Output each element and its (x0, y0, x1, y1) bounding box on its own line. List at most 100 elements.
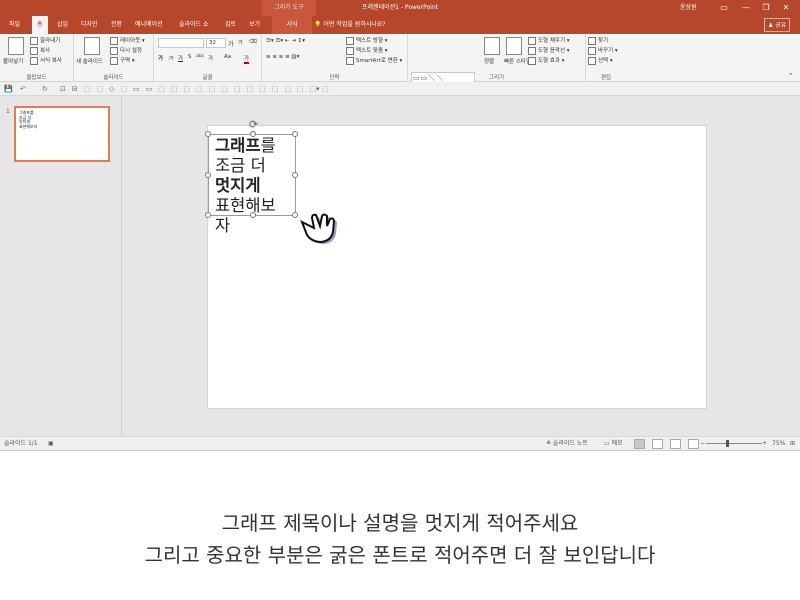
grow-font-button[interactable]: 가 (228, 39, 234, 48)
slideshow-view-icon[interactable] (688, 439, 699, 449)
reading-view-icon[interactable] (670, 439, 681, 449)
smartart-button[interactable]: SmartArt로 변환 ▾ (346, 56, 402, 65)
zoom-in-button[interactable]: + (762, 437, 767, 450)
resize-handle[interactable] (250, 212, 256, 218)
shape-outline-button[interactable]: 도형 윤곽선 ▾ (528, 46, 570, 55)
zoom-level[interactable]: 75% (772, 437, 785, 450)
quick-styles-icon[interactable] (506, 37, 522, 55)
select-button[interactable]: 선택 ▾ (588, 56, 613, 65)
editing-group: 찾기 바꾸기 ▾ 선택 ▾ 편집 (586, 34, 626, 82)
zoom-slider-thumb[interactable] (726, 440, 729, 447)
share-button[interactable]: ♟ 공유 (764, 18, 791, 32)
zoom-slider[interactable] (706, 443, 762, 444)
status-bar: 슬라이드 1/1 ▣ ≜ 슬라이드 노트 ▭ 메모 − + 75% ⊞ (0, 436, 800, 450)
arrange-icon[interactable] (484, 37, 500, 55)
bold-text: 그래프 (215, 136, 261, 155)
spellcheck-icon[interactable]: ▣ (48, 437, 54, 450)
fill-icon (528, 36, 536, 45)
paste-icon[interactable] (8, 37, 24, 55)
caption-area: 그래프 제목이나 설명을 멋지게 적어주세요 그리고 중요한 부분은 굵은 폰트… (0, 450, 800, 600)
resize-handle[interactable] (205, 212, 211, 218)
resize-handle[interactable] (292, 172, 298, 178)
resize-handle[interactable] (205, 172, 211, 178)
italic-button[interactable]: 가 (168, 54, 173, 62)
undo-icon[interactable]: ↶ (20, 82, 26, 96)
tab-animations[interactable]: 애니메이션 (130, 16, 168, 34)
font-size-field[interactable]: 32 (206, 38, 226, 48)
spacing-button[interactable]: abc (196, 54, 204, 59)
underline-button[interactable]: 가 (178, 54, 183, 62)
quick-styles-button[interactable]: 빠른 스타일 (504, 57, 531, 65)
tab-design[interactable]: 디자인 (76, 16, 103, 34)
maximize-button[interactable]: ❐ (760, 2, 772, 14)
bold-button[interactable]: 가 (158, 54, 163, 62)
sorter-view-icon[interactable] (652, 439, 663, 449)
user-name[interactable]: 윤상원 (680, 0, 697, 16)
customize-qat-icon[interactable]: ▾ (316, 82, 320, 96)
powerpoint-screenshot: 프레젠테이션1 - PowerPoint 그리기 도구 윤상원 ▭ — ❐ ✕ … (0, 0, 800, 600)
tell-me-search[interactable]: 💡 어떤 작업을 원하시나요? (314, 16, 386, 34)
caption-line-2: 그리고 중요한 부분은 굵은 폰트로 적어주면 더 잘 보인답니다 (144, 543, 656, 567)
tab-format[interactable]: 서식 (272, 16, 312, 34)
close-button[interactable]: ✕ (780, 2, 792, 14)
cut-button[interactable]: 잘라내기 (30, 36, 60, 45)
format-painter-button[interactable]: 서식 복사 (30, 56, 62, 65)
text-direction-button[interactable]: 텍스트 방향 ▾ (346, 36, 388, 45)
shape-effects-button[interactable]: 도형 효과 ▾ (528, 56, 565, 65)
replace-button[interactable]: 바꾸기 ▾ (588, 46, 618, 55)
resize-handle[interactable] (205, 131, 211, 137)
collapse-ribbon-icon[interactable]: ⌃ (788, 72, 794, 80)
normal-view-icon[interactable] (634, 439, 645, 449)
brush-icon (30, 56, 38, 65)
copy-button[interactable]: 복사 (30, 46, 50, 55)
qat-tool-icons[interactable]: ⊡⊟⬚⬚◇⬚▭▭⬚⬚⬚⬚⬚⬚⬚⬚⬚⬚⬚⬚⬚⬚ (60, 82, 335, 96)
text-box[interactable]: ⟳ 그래프를 조금 더 멋지게 표현해보자 (205, 119, 298, 235)
case-button[interactable]: 가 (208, 54, 213, 62)
tab-transitions[interactable]: 전환 (106, 16, 127, 34)
tab-insert[interactable]: 삽입 (52, 16, 73, 34)
comments-button[interactable]: ▭ 메모 (604, 437, 623, 450)
save-icon[interactable]: 💾 (4, 82, 13, 96)
notes-button[interactable]: ≜ 슬라이드 노트 (546, 437, 588, 450)
paste-button[interactable]: 붙여넣기 (3, 57, 23, 65)
new-slide-icon[interactable] (84, 37, 100, 55)
copy-icon (30, 46, 38, 55)
font-name-field[interactable] (158, 38, 204, 48)
slide-counter: 슬라이드 1/1 (4, 440, 38, 447)
clear-format-icon[interactable]: ⌫ (249, 39, 257, 45)
rotate-handle-icon[interactable]: ⟳ (249, 119, 261, 131)
change-case-button[interactable]: Aa (224, 54, 231, 60)
strike-button[interactable]: S (188, 54, 192, 60)
ribbon-display-icon[interactable]: ▭ (718, 2, 730, 14)
redo-icon[interactable]: ↻ (42, 82, 48, 96)
align-icons[interactable]: ≡ ≡ ≡ ≡ ▥▾ (266, 54, 299, 60)
tab-slideshow[interactable]: 슬라이드 쇼 (174, 16, 214, 34)
section-button[interactable]: 구역 ▾ (110, 56, 135, 65)
caption-line-1: 그래프 제목이나 설명을 멋지게 적어주세요 (221, 511, 579, 535)
tab-file[interactable]: 파일 (4, 16, 25, 34)
layout-button[interactable]: 레이아웃 ▾ (110, 36, 145, 45)
shape-fill-button[interactable]: 도형 채우기 ▾ (528, 36, 570, 45)
resize-handle[interactable] (292, 131, 298, 137)
font-color-button[interactable]: 가 (244, 54, 250, 64)
tab-view[interactable]: 보기 (244, 16, 265, 34)
ribbon: 붙여넣기 잘라내기 복사 서식 복사 클립보드 새 슬라이드 레이아웃 ▾ 다시… (0, 34, 800, 102)
resize-handle[interactable] (250, 131, 256, 137)
smartart-icon (346, 56, 354, 65)
find-button[interactable]: 찾기 (588, 36, 608, 45)
align-text-button[interactable]: 텍스트 맞춤 ▾ (346, 46, 388, 55)
fit-slide-icon[interactable]: ⊞ (790, 437, 795, 450)
reset-button[interactable]: 다시 설정 (110, 46, 142, 55)
zoom-out-button[interactable]: − (700, 437, 705, 450)
slide-thumbnail[interactable]: 그래프를 조금 더 멋지게 표현해보자 (14, 106, 110, 162)
shrink-font-button[interactable]: 가 (238, 39, 243, 46)
arrange-button[interactable]: 정렬 (484, 57, 494, 65)
tab-home[interactable]: 홈 (32, 16, 48, 34)
clipboard-group: 붙여넣기 잘라내기 복사 서식 복사 클립보드 (0, 34, 74, 82)
paragraph-label: 단락 (329, 75, 340, 81)
minimize-button[interactable]: — (740, 2, 752, 14)
bullets-icon[interactable]: ☰▾ ☰▾ ⇤ ⇥ ↕▾ (266, 38, 305, 44)
tab-review[interactable]: 검토 (220, 16, 241, 34)
slide-canvas[interactable]: ⟳ 그래프를 조금 더 멋지게 표현해보자 (205, 119, 706, 408)
new-slide-button[interactable]: 새 슬라이드 (76, 57, 103, 65)
